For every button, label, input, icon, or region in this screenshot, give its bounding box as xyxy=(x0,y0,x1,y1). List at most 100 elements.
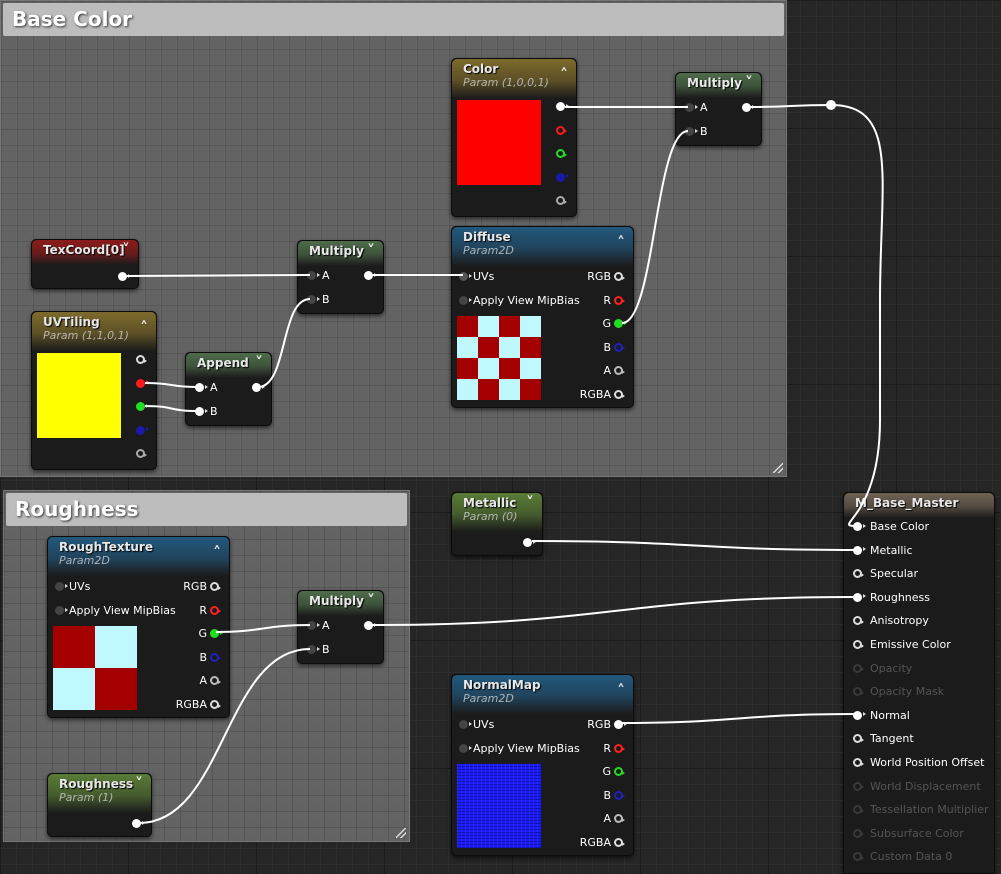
output-pin-a[interactable] xyxy=(614,814,625,824)
input-pin-b[interactable] xyxy=(195,407,208,416)
node-header[interactable]: RoughTexture Param2D ˄ xyxy=(48,537,229,576)
node-normalmap[interactable]: NormalMap Param2D ˄ UVs Apply View MipBias RG… xyxy=(451,674,634,856)
output-pin[interactable] xyxy=(523,538,536,547)
output-pin-g[interactable] xyxy=(614,319,627,329)
chevron-down-icon[interactable]: ˅ xyxy=(745,73,753,92)
node-roughtexture[interactable]: RoughTexture Param2D ˄ UVs Apply View MipBia… xyxy=(47,536,230,718)
output-pin-a[interactable] xyxy=(556,196,567,205)
output-pin-r[interactable] xyxy=(614,743,625,753)
input-pin-world-position-offset[interactable] xyxy=(853,758,864,767)
output-pin-b[interactable] xyxy=(614,790,625,800)
output-pin-g[interactable] xyxy=(614,767,625,777)
node-roughness[interactable]: Roughness Param (1) ˅ xyxy=(47,773,152,837)
input-pin-subsurface-color[interactable] xyxy=(853,828,864,838)
output-pin-rgb[interactable] xyxy=(614,272,625,281)
input-pin-mipbias[interactable] xyxy=(55,606,68,615)
node-header[interactable]: Multiply ˅ xyxy=(676,73,761,98)
resize-handle-icon[interactable] xyxy=(396,828,406,838)
input-pin-mipbias[interactable] xyxy=(459,296,472,305)
output-pin-r[interactable] xyxy=(210,605,221,615)
input-pin-a[interactable] xyxy=(195,383,208,392)
reroute-node[interactable] xyxy=(826,100,836,110)
output-pin[interactable] xyxy=(364,271,377,280)
output-pin-rgb[interactable] xyxy=(210,582,221,591)
node-header[interactable]: TexCoord[0] ˅ xyxy=(32,240,138,265)
node-header[interactable]: UVTiling Param (1,1,0,1) ˄ xyxy=(32,312,156,351)
output-pin-b[interactable] xyxy=(210,652,221,662)
output-pin-rgb[interactable] xyxy=(614,720,627,729)
output-pin-a[interactable] xyxy=(614,366,625,376)
chevron-down-icon[interactable]: ˅ xyxy=(135,774,143,793)
output-pin-rgba[interactable] xyxy=(210,700,221,709)
output-pin-g[interactable] xyxy=(556,149,567,158)
chevron-up-icon[interactable]: ˄ xyxy=(617,233,625,252)
input-pin-world-displacement[interactable] xyxy=(853,781,864,791)
node-metallic[interactable]: Metallic Param (0) ˅ xyxy=(451,492,543,556)
input-pin-opacity[interactable] xyxy=(853,663,864,673)
comment-title[interactable]: Base Color xyxy=(3,3,784,36)
input-pin-a[interactable] xyxy=(307,621,320,630)
output-pin[interactable] xyxy=(742,103,755,112)
chevron-down-icon[interactable]: ˅ xyxy=(367,591,375,610)
input-pin-metallic[interactable] xyxy=(853,545,866,555)
node-header[interactable]: Multiply ˅ xyxy=(298,591,383,616)
input-pin-tangent[interactable] xyxy=(853,734,864,744)
node-texcoord[interactable]: TexCoord[0] ˅ xyxy=(31,239,139,289)
node-append[interactable]: Append ˅ A B xyxy=(185,352,272,426)
wire-metallic[interactable] xyxy=(531,540,858,551)
node-multiply_top[interactable]: Multiply ˅ A B xyxy=(675,72,762,146)
node-diffuse[interactable]: Diffuse Param2D ˄ UVs Apply View MipBias RGB R… xyxy=(451,226,634,408)
input-pin-b[interactable] xyxy=(307,295,320,304)
node-header[interactable]: Metallic Param (0) ˅ xyxy=(452,493,542,532)
wire-normalmap-to-normal[interactable] xyxy=(619,713,858,724)
chevron-down-icon[interactable]: ˅ xyxy=(367,241,375,260)
chevron-down-icon[interactable]: ˅ xyxy=(526,493,534,512)
chevron-up-icon[interactable]: ˄ xyxy=(560,65,568,84)
chevron-down-icon[interactable]: ˅ xyxy=(255,353,263,372)
input-pin-roughness[interactable] xyxy=(853,592,866,602)
output-pin[interactable] xyxy=(364,621,377,630)
chevron-up-icon[interactable]: ˄ xyxy=(617,681,625,700)
node-uvtiling[interactable]: UVTiling Param (1,1,0,1) ˄ xyxy=(31,311,157,470)
output-pin-r[interactable] xyxy=(136,378,149,388)
node-header[interactable]: Color Param (1,0,0,1) ˄ xyxy=(452,59,576,98)
output-pin-a[interactable] xyxy=(136,449,147,458)
wire-reroute-to-base-color[interactable] xyxy=(830,104,884,527)
input-pin-custom-data-0[interactable] xyxy=(853,852,864,862)
input-pin-opacity-mask[interactable] xyxy=(853,687,864,697)
chevron-up-icon[interactable]: ˄ xyxy=(140,318,148,337)
input-pin-a[interactable] xyxy=(685,103,698,112)
node-header[interactable]: NormalMap Param2D ˄ xyxy=(452,675,633,714)
wire-multiply-to-roughness[interactable] xyxy=(371,596,858,626)
output-pin-rgba[interactable] xyxy=(614,390,625,399)
output-pin-g[interactable] xyxy=(136,402,149,411)
output-pin-g[interactable] xyxy=(210,629,223,639)
output-pin-r[interactable] xyxy=(614,295,625,305)
output-pin-rgba[interactable] xyxy=(614,838,625,847)
node-header[interactable]: Append ˅ xyxy=(186,353,271,378)
input-pin-normal[interactable] xyxy=(853,710,866,720)
input-pin-specular[interactable] xyxy=(853,569,864,579)
output-pin[interactable] xyxy=(132,819,145,828)
input-pin-anisotropy[interactable] xyxy=(853,616,864,626)
node-multiply_low[interactable]: Multiply ˅ A B xyxy=(297,590,384,664)
input-pin-b[interactable] xyxy=(685,127,698,136)
input-pin-mipbias[interactable] xyxy=(459,744,472,753)
output-pin-r[interactable] xyxy=(556,125,567,135)
input-pin-b[interactable] xyxy=(307,645,320,654)
output-pin[interactable] xyxy=(118,272,131,281)
input-pin-emissive-color[interactable] xyxy=(853,640,864,649)
node-color[interactable]: Color Param (1,0,0,1) ˄ xyxy=(451,58,577,217)
node-multiply_mid[interactable]: Multiply ˅ A B xyxy=(297,240,384,314)
node-header[interactable]: Multiply ˅ xyxy=(298,241,383,266)
input-pin-uvs[interactable] xyxy=(459,272,472,281)
output-pin[interactable] xyxy=(252,383,265,392)
input-pin-base-color[interactable] xyxy=(853,522,866,531)
input-pin-uvs[interactable] xyxy=(459,720,472,729)
chevron-up-icon[interactable]: ˄ xyxy=(213,543,221,562)
output-pin-rgba[interactable] xyxy=(136,355,147,364)
input-pin-a[interactable] xyxy=(307,271,320,280)
input-pin-tessellation-multiplier[interactable] xyxy=(853,805,864,815)
output-pin-b[interactable] xyxy=(556,172,569,182)
input-pin-uvs[interactable] xyxy=(55,582,68,591)
